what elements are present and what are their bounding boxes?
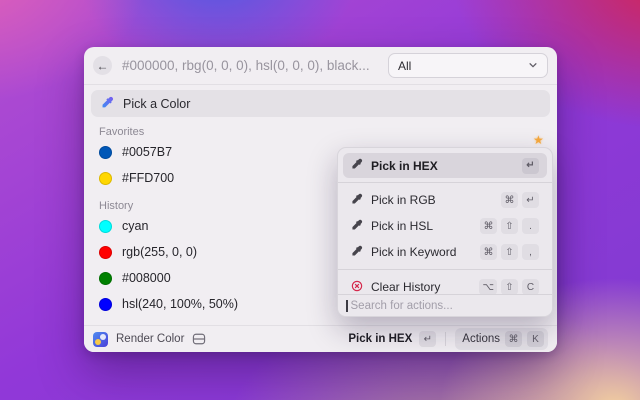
shortcut-keys: ⌘ ⇧ ,: [480, 244, 539, 260]
eyedropper-icon: [351, 219, 363, 234]
return-key: ↵: [522, 192, 539, 208]
menu-item-pick-in-keyword[interactable]: Pick in Keyword ⌘ ⇧ ,: [343, 239, 547, 265]
back-arrow-icon: ←: [97, 60, 109, 72]
window-footer: Render Color Pick in HEX ↵ Actions ⌘ K: [84, 325, 557, 352]
menu-item-pick-in-hsl[interactable]: Pick in HSL ⌘ ⇧ .: [343, 213, 547, 239]
cmd-key: ⌘: [480, 244, 497, 260]
filter-dropdown-value: All: [398, 59, 528, 73]
comma-key: ,: [522, 244, 539, 260]
actions-menu: Pick in HEX ↵ Pick in RGB ⌘ ↵: [337, 147, 553, 317]
option-key: ⌥: [479, 279, 497, 295]
pick-a-color-item[interactable]: Pick a Color: [91, 90, 550, 117]
color-swatch: [99, 220, 112, 233]
menu-item-pick-in-hex[interactable]: Pick in HEX ↵: [343, 153, 547, 178]
shift-key: ⇧: [501, 244, 518, 260]
render-color-app-icon: [93, 332, 108, 347]
primary-action-button[interactable]: Pick in HEX: [348, 333, 412, 345]
color-swatch: [99, 298, 112, 311]
cmd-key: ⌘: [501, 192, 518, 208]
menu-item-pick-in-rgb[interactable]: Pick in RGB ⌘ ↵: [343, 187, 547, 213]
menu-item-label: Pick in HSL: [371, 219, 433, 233]
color-swatch: [99, 272, 112, 285]
actions-button-label: Actions: [459, 333, 500, 345]
color-swatch: [99, 246, 112, 259]
window-header: ← #000000, rbg(0, 0, 0), hsl(0, 0, 0), b…: [84, 47, 557, 85]
clear-history-icon: [351, 280, 363, 295]
menu-item-label: Clear History: [371, 280, 440, 294]
eyedropper-icon: [351, 158, 363, 173]
return-key: ↵: [419, 331, 436, 347]
menu-divider: [338, 182, 552, 183]
shortcut-keys: ⌘ ⇧ .: [480, 218, 539, 234]
history-label: rgb(255, 0, 0): [122, 245, 197, 259]
menu-item-label: Pick in Keyword: [371, 245, 456, 259]
star-icon: ★: [533, 133, 544, 147]
eyedropper-icon: [101, 96, 114, 112]
desktop-background: ← #000000, rbg(0, 0, 0), hsl(0, 0, 0), b…: [0, 0, 640, 400]
shortcut-keys: ⌥ ⇧ C: [479, 279, 539, 295]
window-mode-icon: [192, 333, 206, 345]
favorite-label: #0057B7: [122, 145, 172, 159]
color-swatch: [99, 146, 112, 159]
eyedropper-icon: [351, 193, 363, 208]
actions-search-placeholder: Search for actions...: [351, 300, 453, 312]
history-label: #008000: [122, 271, 171, 285]
color-swatch: [99, 172, 112, 185]
pick-a-color-label: Pick a Color: [123, 97, 190, 111]
favorites-section-title: Favorites: [84, 125, 557, 139]
history-label: cyan: [122, 219, 148, 233]
text-caret: [346, 300, 348, 312]
c-key: C: [522, 279, 539, 295]
actions-button[interactable]: Actions ⌘ K: [455, 328, 548, 350]
footer-divider: [445, 332, 446, 346]
cmd-key: ⌘: [480, 218, 497, 234]
actions-menu-list: Pick in HEX ↵ Pick in RGB ⌘ ↵: [338, 148, 552, 300]
period-key: .: [522, 218, 539, 234]
shift-key: ⇧: [501, 218, 518, 234]
k-key: K: [527, 331, 544, 347]
filter-dropdown[interactable]: All: [388, 53, 548, 78]
app-name: Render Color: [116, 333, 184, 345]
cmd-key: ⌘: [505, 331, 522, 347]
shortcut-keys: ⌘ ↵: [501, 192, 539, 208]
menu-item-label: Pick in RGB: [371, 193, 436, 207]
shift-key: ⇧: [501, 279, 518, 295]
favorite-label: #FFD700: [122, 171, 174, 185]
actions-search-input[interactable]: Search for actions...: [338, 294, 552, 316]
menu-item-label: Pick in HEX: [371, 159, 438, 173]
eyedropper-icon: [351, 245, 363, 260]
raycast-window: ← #000000, rbg(0, 0, 0), hsl(0, 0, 0), b…: [84, 47, 557, 352]
chevron-down-icon: [528, 59, 538, 73]
shortcut-keys: ↵: [522, 158, 539, 174]
back-button[interactable]: ←: [93, 56, 112, 75]
return-key: ↵: [522, 158, 539, 174]
history-label: hsl(240, 100%, 50%): [122, 297, 238, 311]
menu-divider: [338, 269, 552, 270]
search-input[interactable]: #000000, rbg(0, 0, 0), hsl(0, 0, 0), bla…: [122, 58, 388, 73]
